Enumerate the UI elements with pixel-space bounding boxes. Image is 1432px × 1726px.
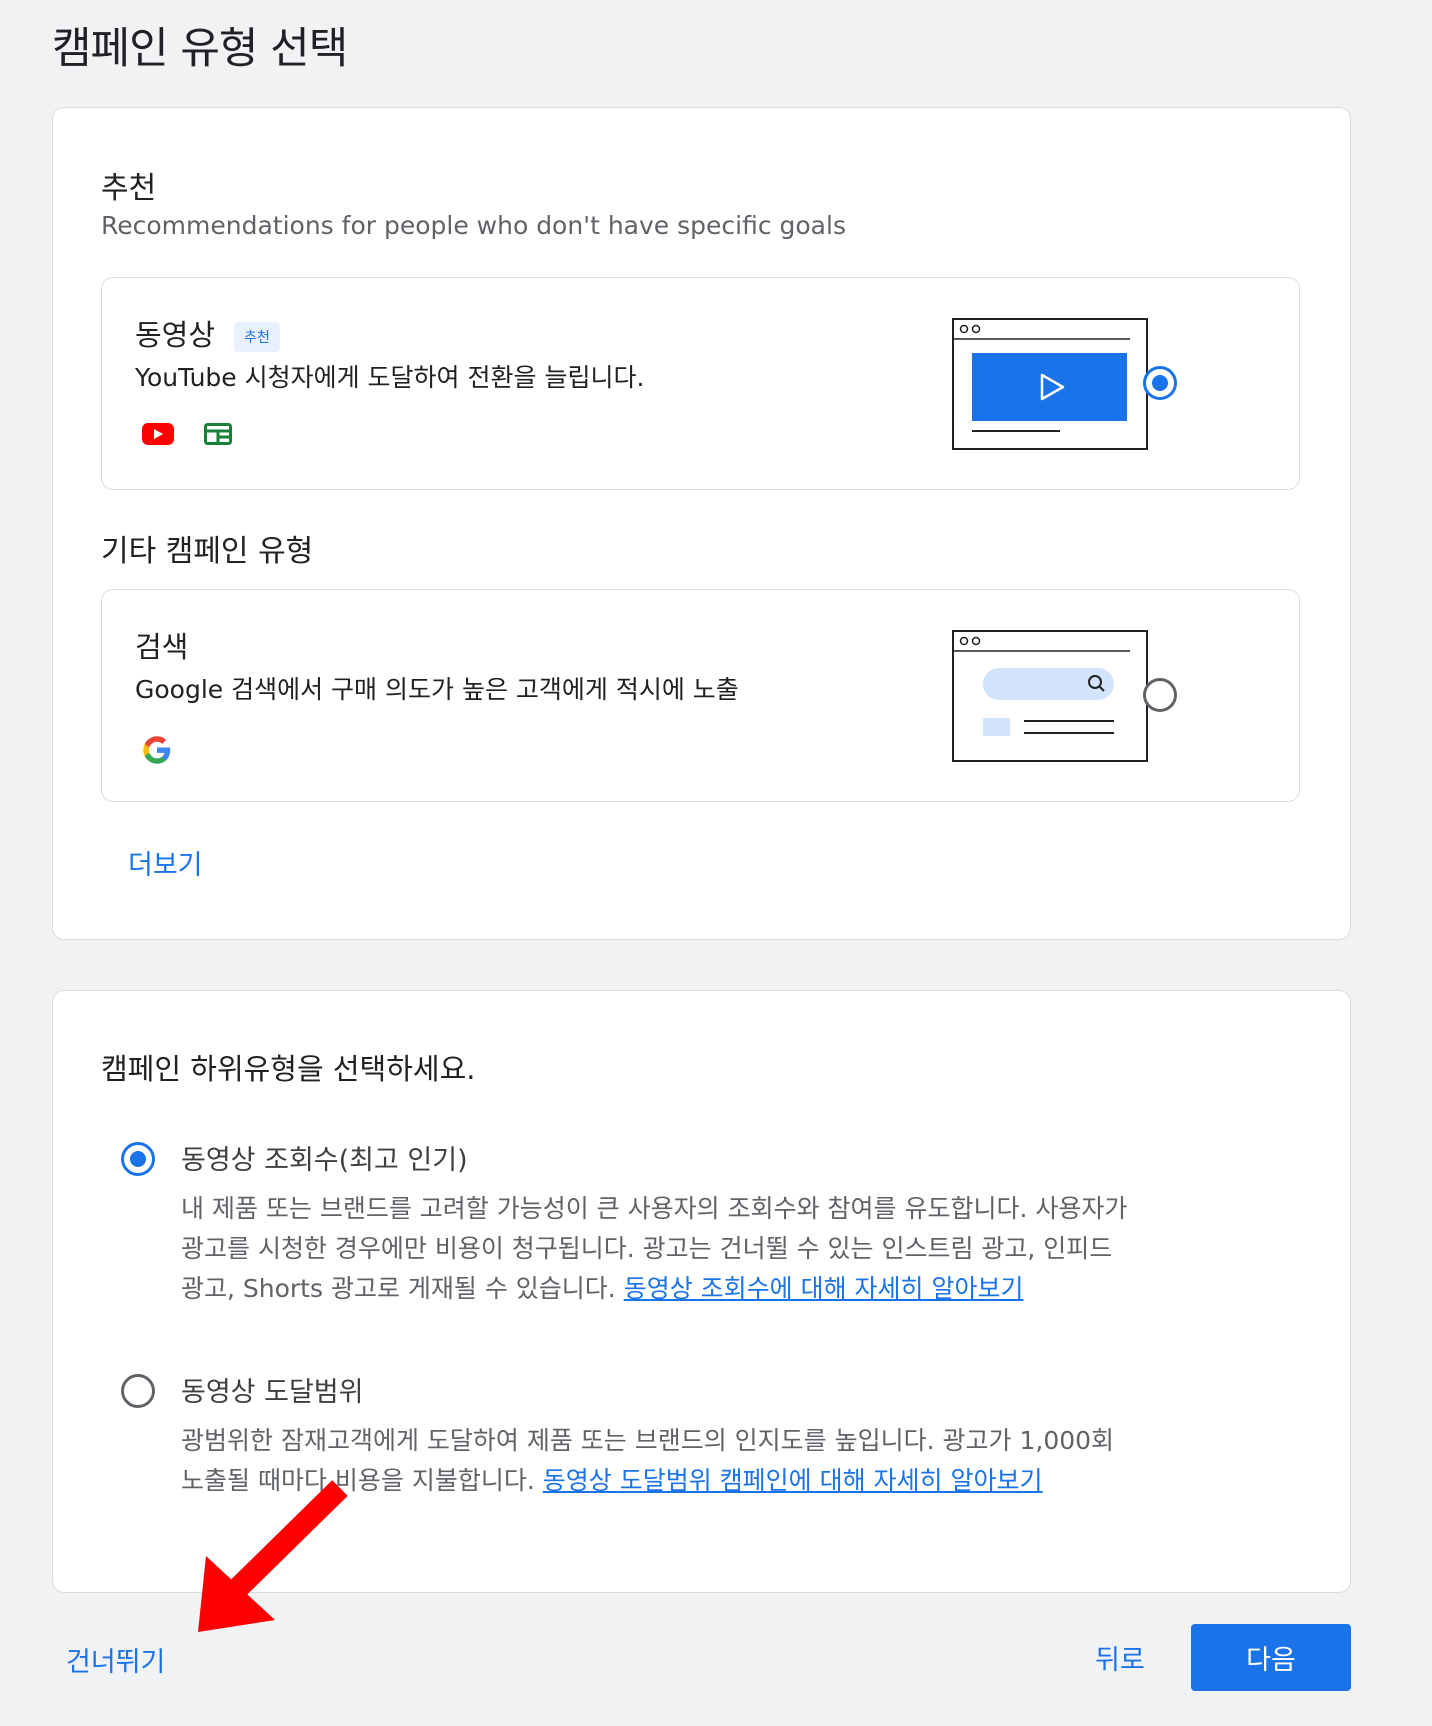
search-option-title: 검색 [135,630,189,664]
next-button[interactable]: 다음 [1191,1624,1351,1691]
skip-link[interactable]: 건너뛰기 [66,1640,165,1679]
search-option-description: Google 검색에서 구매 의도가 높은 고객에게 적시에 노출 [135,675,739,704]
back-button[interactable]: 뒤로 [1080,1624,1160,1690]
video-reach-learn-more-link[interactable]: 동영상 도달범위 캠페인에 대해 자세히 알아보기 [543,1466,1043,1495]
youtube-icon [142,423,174,449]
video-views-learn-more-link[interactable]: 동영상 조회수에 대해 자세히 알아보기 [624,1274,1024,1303]
recommended-heading: 추천 [101,171,157,206]
search-campaign-option[interactable]: 검색 Google 검색에서 구매 의도가 높은 고객에게 적시에 노출 [101,589,1300,802]
video-reach-radio[interactable] [121,1374,155,1408]
search-results-illustration [952,630,1148,766]
more-link[interactable]: 더보기 [128,843,203,882]
video-option-radio[interactable] [1143,366,1177,400]
video-option-title: 동영상 [135,318,216,352]
google-icon [142,735,172,769]
video-player-illustration [952,318,1148,454]
other-types-heading: 기타 캠페인 유형 [101,534,314,569]
video-views-label[interactable]: 동영상 조회수(최고 인기) [181,1138,468,1177]
search-option-radio[interactable] [1143,678,1177,712]
campaign-type-card: 추천 Recommendations for people who don't … [52,107,1351,940]
video-views-radio[interactable] [121,1142,155,1176]
recommended-badge: 추천 [234,322,280,352]
video-campaign-option[interactable]: 동영상 추천 YouTube 시청자에게 도달하여 전환을 늘립니다. [101,277,1300,490]
recommended-subtitle: Recommendations for people who don't hav… [101,211,846,240]
video-views-description: 내 제품 또는 브랜드를 고려할 가능성이 큰 사용자의 조회수와 참여를 유도… [181,1194,1128,1303]
annotation-arrow-icon [180,1470,360,1654]
video-option-description: YouTube 시청자에게 도달하여 전환을 늘립니다. [135,363,645,392]
subtype-heading: 캠페인 하위유형을 선택하세요. [101,1052,476,1086]
display-network-icon [204,423,232,449]
page-title: 캠페인 유형 선택 [52,24,348,74]
video-reach-label[interactable]: 동영상 도달범위 [181,1370,363,1409]
